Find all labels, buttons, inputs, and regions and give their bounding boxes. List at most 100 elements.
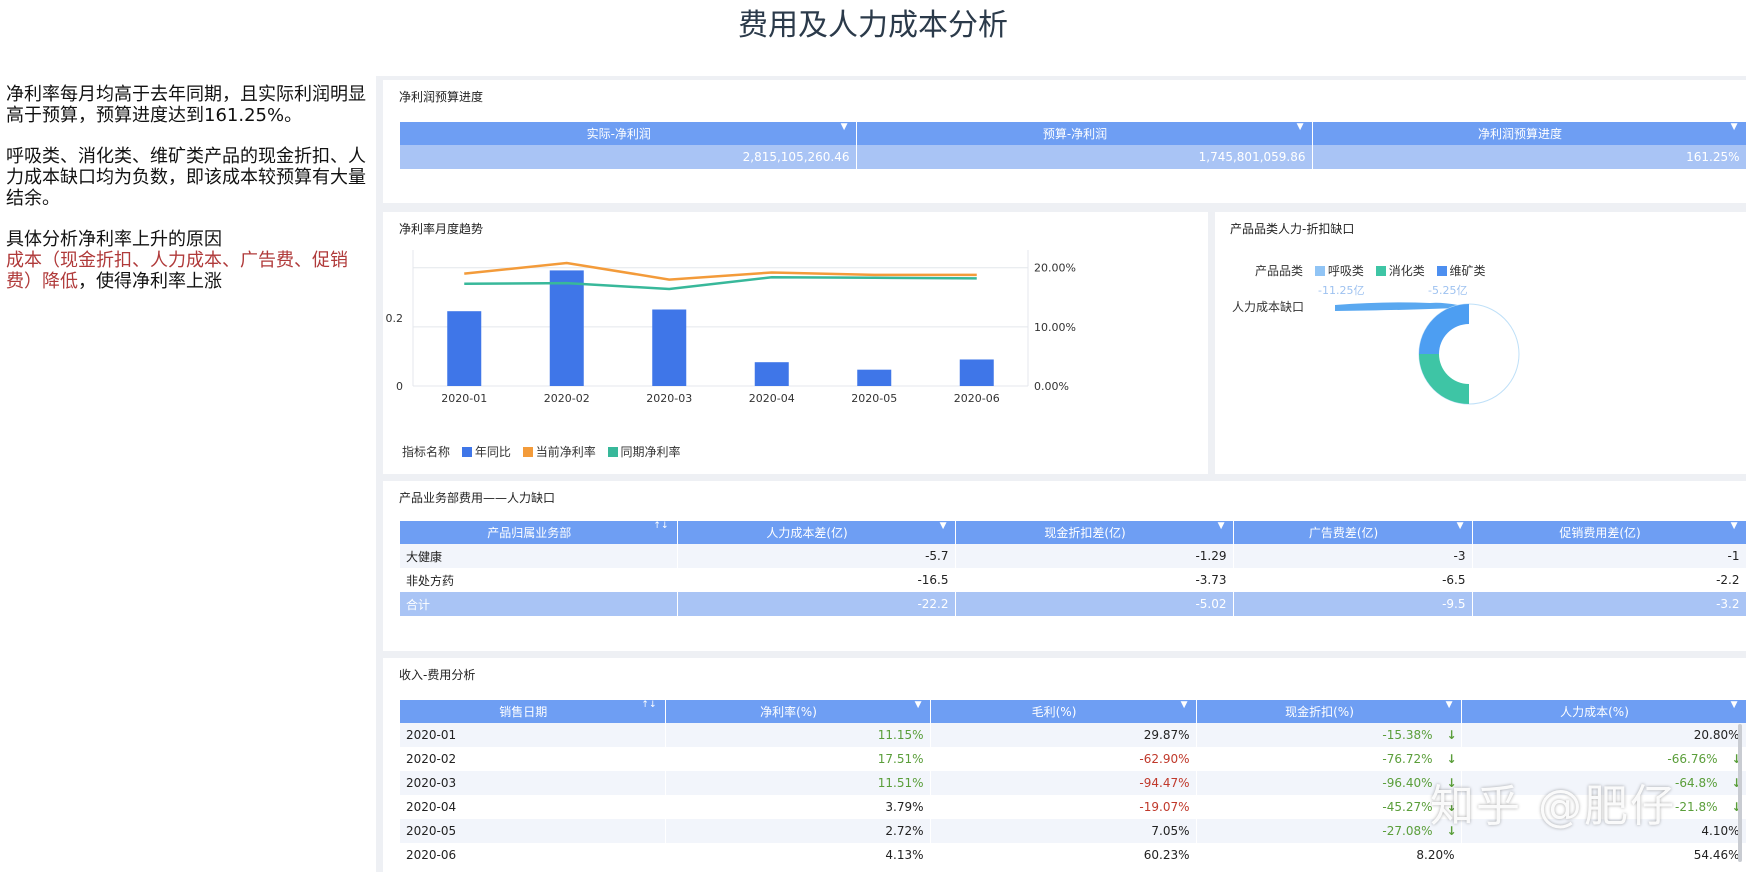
cell: -1	[1472, 544, 1746, 568]
budget-header-actual[interactable]: 实际-净利润 ▼	[400, 122, 857, 145]
dept-header-labor[interactable]: 人力成本差(亿) ▼	[677, 521, 956, 544]
chart-bar	[959, 359, 994, 386]
y-right-tick: 0.00%	[1034, 380, 1069, 393]
cell: -3.2	[1472, 592, 1746, 616]
dept-header-promo[interactable]: 促销费用差(亿) ▼	[1472, 521, 1746, 544]
chart-bar	[857, 369, 892, 386]
cell: -22.2	[677, 592, 956, 616]
dept-panel: 产品业务部费用——人力缺口 产品归属业务部 ↑↓ 人力成本差(亿) ▼ 现金折扣差(…	[383, 481, 1746, 651]
sort-arrow-icon[interactable]: ▼	[1181, 700, 1188, 710]
legend-item-current[interactable]: 当前净利率	[536, 445, 596, 459]
chart-bar	[652, 309, 687, 386]
cell: 8.20%	[1196, 843, 1462, 867]
dept-header-ad[interactable]: 广告费差(亿) ▼	[1233, 521, 1473, 544]
legend-item-yoy[interactable]: 年同比	[475, 445, 511, 459]
cell: -2.2	[1472, 568, 1746, 592]
dept-panel-title: 产品业务部费用——人力缺口	[399, 491, 556, 505]
budget-header-budget[interactable]: 预算-净利润 ▼	[856, 122, 1313, 145]
revenue-panel-title: 收入-费用分析	[399, 668, 476, 682]
cell: -3.73	[955, 568, 1234, 592]
cell: 2020-05	[400, 819, 666, 843]
budget-panel: 净利润预算进度 实际-净利润 ▼ 预算-净利润 ▼ 净利润预算进度 ▼ 2,815,1…	[383, 80, 1746, 203]
budget-actual-value: 2,815,105,260.46	[400, 145, 857, 169]
down-arrow-icon: ↓	[1446, 728, 1457, 742]
cell: 合计	[400, 592, 678, 616]
scrollbar[interactable]	[1738, 724, 1742, 862]
x-tick-label: 2020-02	[544, 392, 590, 405]
cell: 29.87%	[930, 723, 1197, 747]
cell: 非处方药	[400, 568, 678, 592]
rev-header-discount[interactable]: 现金折扣(%) ▼	[1196, 700, 1462, 723]
cell: -5.7	[677, 544, 956, 568]
cell: -1.29	[955, 544, 1234, 568]
sort-arrow-icon[interactable]: ▼	[1457, 521, 1464, 531]
donut-chart	[1335, 302, 1520, 405]
table-row: 2020-06 4.13% 60.23% 8.20% 54.46%	[400, 843, 1746, 867]
cell: -66.76% ↓	[1461, 747, 1746, 771]
sort-arrow-icon[interactable]: ▼	[1731, 521, 1738, 531]
page-title: 费用及人力成本分析	[0, 0, 1746, 76]
sort-arrow-icon[interactable]: ▼	[915, 700, 922, 710]
donut-panel: 产品品类人力-折扣缺口 产品品类 呼吸类 消化类 维矿类 -11.25亿 -5.…	[1215, 212, 1746, 474]
trend-panel: 净利率月度趋势 0.2 0 20.00% 10.00% 0.00% 2020-0…	[383, 212, 1208, 474]
cell: 2020-04	[400, 795, 666, 819]
trend-panel-title: 净利率月度趋势	[399, 222, 484, 236]
cell: -9.5	[1233, 592, 1473, 616]
trend-legend: 指标名称 年同比 当前净利率 同期净利率	[402, 443, 681, 460]
budget-progress-value: 161.25%	[1312, 145, 1746, 169]
budget-table: 实际-净利润 ▼ 预算-净利润 ▼ 净利润预算进度 ▼ 2,815,105,260.4…	[400, 122, 1746, 169]
donut-slice-vitamin[interactable]	[1419, 304, 1469, 354]
sort-icon[interactable]: ↑↓	[641, 700, 656, 710]
cell: -15.38% ↓	[1196, 723, 1462, 747]
budget-header-progress[interactable]: 净利润预算进度 ▼	[1312, 122, 1746, 145]
sort-arrow-icon[interactable]: ▼	[940, 521, 947, 531]
cell: 2020-03	[400, 771, 666, 795]
y-left-tick: 0	[396, 380, 403, 393]
cell: 大健康	[400, 544, 678, 568]
x-tick-label: 2020-04	[749, 392, 795, 405]
rev-header-netmargin[interactable]: 净利率(%) ▼	[665, 700, 931, 723]
commentary-p3-tail: ，使得净利率上涨	[78, 271, 222, 292]
x-tick-label: 2020-06	[954, 392, 1000, 405]
rev-header-labor[interactable]: 人力成本(%) ▼	[1461, 700, 1746, 723]
dept-table: 产品归属业务部 ↑↓ 人力成本差(亿) ▼ 现金折扣差(亿) ▼ 广告费差(亿) ▼ 促…	[400, 521, 1746, 616]
sort-arrow-icon[interactable]: ▼	[1297, 122, 1304, 132]
cell: 2.72%	[665, 819, 931, 843]
table-row: 大健康 -5.7 -1.29 -3 -1	[400, 544, 1746, 568]
rev-header-gross[interactable]: 毛利(%) ▼	[930, 700, 1197, 723]
sort-icon[interactable]: ↑↓	[653, 521, 668, 531]
chart-bar	[754, 362, 789, 386]
cell: -27.08% ↓	[1196, 819, 1462, 843]
cell: -45.27% ↓	[1196, 795, 1462, 819]
dept-header-dept[interactable]: 产品归属业务部 ↑↓	[400, 521, 678, 544]
cell: -3	[1233, 544, 1473, 568]
cell: 2020-02	[400, 747, 666, 771]
legend-swatch-line2	[607, 447, 618, 457]
sort-arrow-icon[interactable]: ▼	[1731, 700, 1738, 710]
commentary-p1: 净利率每月均高于去年同期，且实际利润明显高于预算，预算进度达到161.25%。	[6, 84, 366, 126]
cell: 17.51%	[665, 747, 931, 771]
sort-arrow-icon[interactable]: ▼	[841, 122, 848, 132]
legend-swatch-bar	[461, 447, 472, 457]
cell: -96.40% ↓	[1196, 771, 1462, 795]
legend-item-prior[interactable]: 同期净利率	[621, 445, 681, 459]
commentary-p3: 具体分析净利率上升的原因 成本（现金折扣、人力成本、广告费、促销费）降低，使得净利…	[6, 229, 370, 292]
cell: -62.90%	[930, 747, 1197, 771]
donut-slice-digestive[interactable]	[1419, 354, 1469, 404]
dept-header-discount[interactable]: 现金折扣差(亿) ▼	[955, 521, 1234, 544]
rev-header-date[interactable]: 销售日期 ↑↓	[400, 700, 666, 723]
legend-swatch-line1	[522, 447, 533, 457]
x-tick-label: 2020-03	[646, 392, 692, 405]
cell: 20.80%	[1461, 723, 1746, 747]
sort-arrow-icon[interactable]: ▼	[1218, 521, 1225, 531]
sort-arrow-icon[interactable]: ▼	[1731, 122, 1738, 132]
trend-legend-title: 指标名称	[402, 445, 451, 459]
cell: -19.07%	[930, 795, 1197, 819]
x-tick-label: 2020-05	[851, 392, 897, 405]
chart-line	[464, 275, 977, 291]
sort-arrow-icon[interactable]: ▼	[1446, 700, 1453, 710]
budget-budget-value: 1,745,801,059.86	[856, 145, 1313, 169]
cell: 4.13%	[665, 843, 931, 867]
table-row: 非处方药 -16.5 -3.73 -6.5 -2.2	[400, 568, 1746, 592]
commentary-panel: 净利率每月均高于去年同期，且实际利润明显高于预算，预算进度达到161.25%。 …	[0, 76, 376, 872]
